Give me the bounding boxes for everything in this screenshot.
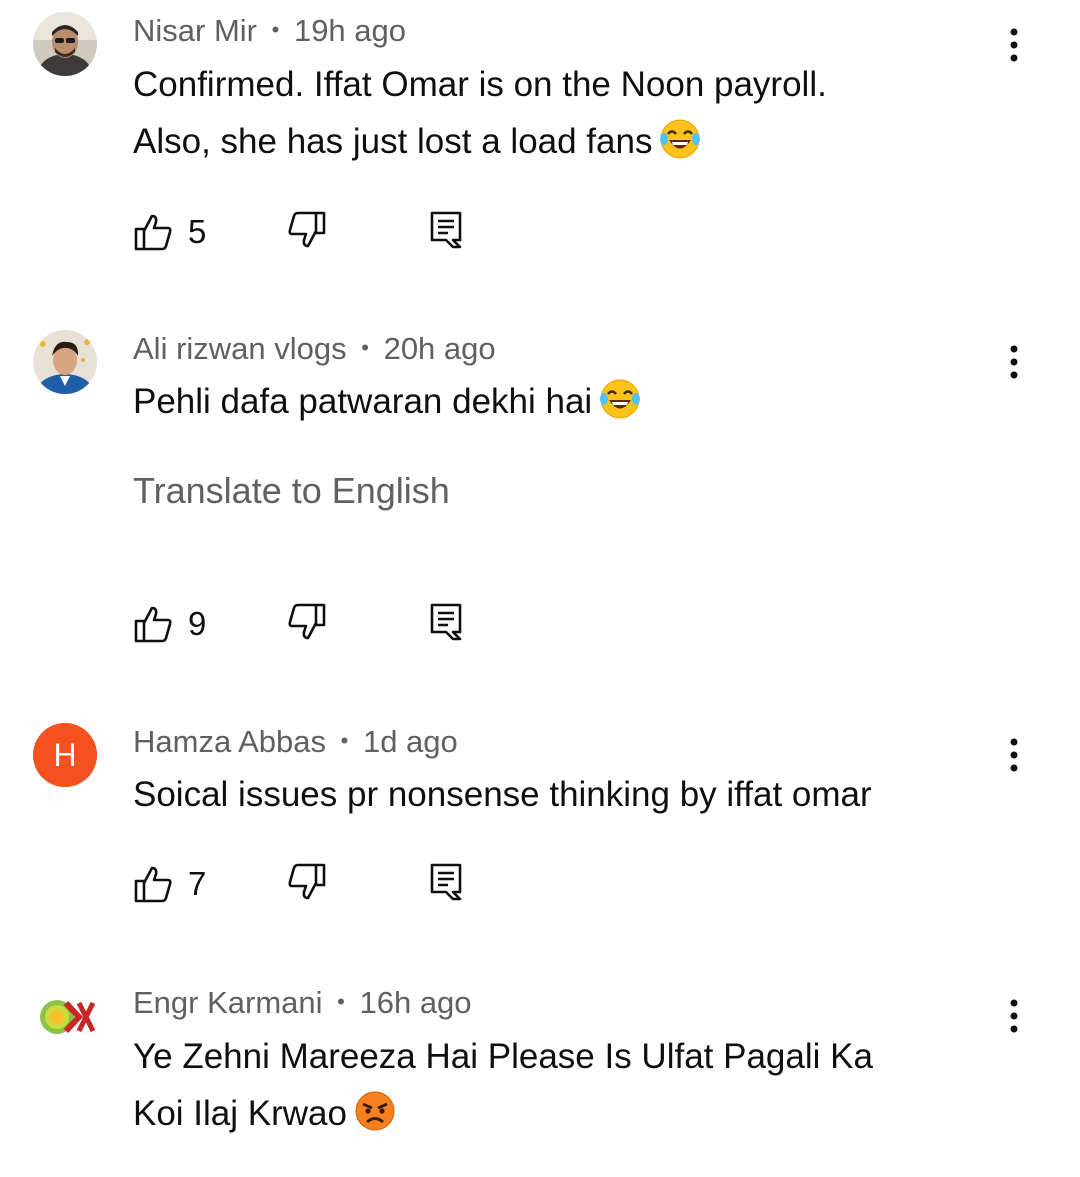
avatar-letter: H <box>53 737 76 773</box>
comment-actions: 5 <box>133 210 493 254</box>
like-count: 9 <box>188 605 207 642</box>
timestamp[interactable]: 1d ago <box>363 724 458 759</box>
timestamp[interactable]: 20h ago <box>384 331 496 366</box>
angry-face-emoji-icon <box>355 1091 395 1131</box>
author-name[interactable]: Ali rizwan vlogs <box>133 331 347 366</box>
reply-icon <box>430 863 462 901</box>
comment-meta: Engr Karmani • 16h ago <box>133 984 472 1025</box>
reply-icon <box>430 211 462 249</box>
comment-text: Confirmed. Iffat Omar is on the Noon pay… <box>133 56 993 170</box>
author-name[interactable]: Nisar Mir <box>133 13 257 48</box>
more-vert-icon[interactable] <box>1000 736 1028 776</box>
dislike-button[interactable] <box>287 862 327 906</box>
more-vert-icon[interactable] <box>1000 997 1028 1037</box>
comment-text-line: Pehli dafa patwaran dekhi hai <box>133 382 593 421</box>
comment-meta: Hamza Abbas • 1d ago <box>133 723 458 764</box>
reply-icon <box>430 603 462 641</box>
comment-text-line: Ye Zehni Mareeza Hai Please Is Ulfat Pag… <box>133 1037 873 1076</box>
like-count: 7 <box>188 865 207 902</box>
meta-separator: • <box>361 335 369 360</box>
comment-text: Pehli dafa patwaran dekhi hai <box>133 373 993 430</box>
dislike-button[interactable] <box>287 210 327 254</box>
comment-actions: 9 <box>133 602 493 646</box>
reply-button[interactable] <box>429 602 465 646</box>
reply-button[interactable] <box>429 862 465 906</box>
comment-text-line: Also, she has just lost a load fans <box>133 122 653 161</box>
comment-text: Ye Zehni Mareeza Hai Please Is Ulfat Pag… <box>133 1028 993 1142</box>
meta-separator: • <box>271 17 280 42</box>
avatar[interactable] <box>33 985 97 1049</box>
comment-text-line: Soical issues pr nonsense thinking by if… <box>133 775 872 814</box>
comment-text-line: Koi Ilaj Krwao <box>133 1094 347 1133</box>
comment-actions: 7 <box>133 862 493 906</box>
thumbs-down-icon <box>288 863 326 900</box>
timestamp[interactable]: 16h ago <box>359 985 471 1020</box>
thumbs-down-icon <box>288 211 326 248</box>
reply-button[interactable] <box>429 210 465 254</box>
meta-separator: • <box>340 728 349 753</box>
comment-text-line: Confirmed. Iffat Omar is on the Noon pay… <box>133 65 827 104</box>
more-vert-icon[interactable] <box>1000 343 1028 383</box>
thumbs-up-icon <box>134 214 172 251</box>
comment-text: Soical issues pr nonsense thinking by if… <box>133 766 993 823</box>
translate-link[interactable]: Translate to English <box>133 470 450 512</box>
like-count: 5 <box>188 213 207 250</box>
avatar[interactable] <box>33 330 97 394</box>
dislike-button[interactable] <box>287 602 327 646</box>
author-name[interactable]: Engr Karmani <box>133 985 323 1020</box>
author-name[interactable]: Hamza Abbas <box>133 724 326 759</box>
laughing-tears-emoji-icon <box>660 119 701 159</box>
thumbs-down-icon <box>288 603 326 640</box>
thumbs-up-icon <box>134 866 172 903</box>
comment-meta: Ali rizwan vlogs • 20h ago <box>133 330 496 371</box>
meta-separator: • <box>337 989 345 1014</box>
laughing-tears-emoji-icon <box>600 379 641 419</box>
timestamp[interactable]: 19h ago <box>294 13 406 48</box>
more-vert-icon[interactable] <box>1000 26 1028 66</box>
avatar[interactable] <box>33 12 97 76</box>
thumbs-up-icon <box>134 606 172 643</box>
avatar[interactable]: H <box>33 723 97 787</box>
comment-meta: Nisar Mir • 19h ago <box>133 12 406 53</box>
